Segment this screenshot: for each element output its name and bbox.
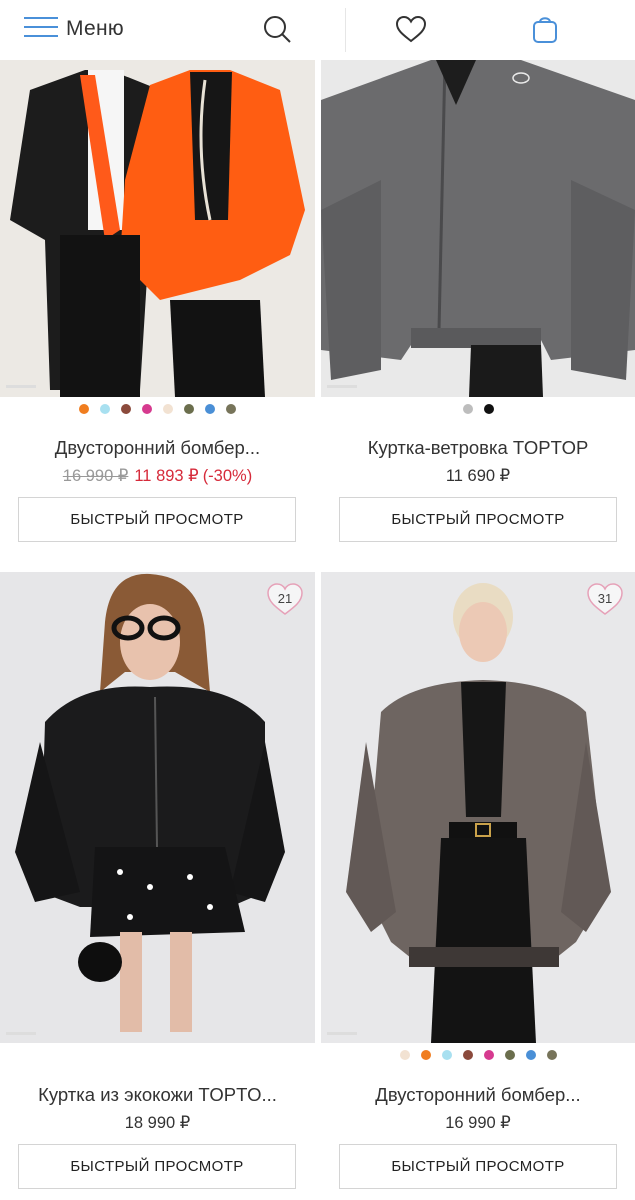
color-swatch[interactable] [441,1050,452,1060]
color-swatch[interactable] [121,404,131,414]
color-swatch[interactable] [546,1050,557,1060]
price-line: 11 690 ₽ [321,466,635,486]
quick-view-button[interactable]: БЫСТРЫЙ ПРОСМОТР [18,497,296,542]
product-title[interactable]: Куртка из экокожи TOPTO... [0,1084,315,1106]
color-swatch[interactable] [462,404,473,414]
color-swatches [321,404,635,414]
price-line: 16 990 ₽ 11 893 ₽ (-30%) [0,466,315,486]
product-card[interactable]: Куртка-ветровка TOPTOP 11 690 ₽ БЫСТРЫЙ … [321,0,635,560]
quick-view-button[interactable]: БЫСТРЫЙ ПРОСМОТР [339,1144,617,1189]
color-swatch[interactable] [462,1050,473,1060]
menu-button[interactable]: Меню [24,14,124,44]
discount-badge: (-30%) [202,467,253,485]
favorite-button[interactable]: 31 [585,582,625,616]
product-card[interactable]: Двусторонний бомбер... 16 990 ₽ 11 893 ₽(… [0,0,315,560]
color-swatch[interactable] [226,404,236,414]
favorite-button[interactable]: 21 [265,582,305,616]
color-swatch[interactable] [483,1050,494,1060]
color-swatch[interactable] [205,404,215,414]
sale-price: 11 893 ₽ [134,467,199,485]
heart-icon[interactable] [394,12,428,46]
product-photo[interactable] [0,572,315,1043]
color-swatches [321,1050,635,1060]
product-photo[interactable] [321,60,635,397]
product-title[interactable]: Двусторонний бомбер... [0,437,315,459]
top-bar: Меню [0,0,635,60]
color-swatch[interactable] [420,1050,431,1060]
menu-label: Меню [66,17,124,40]
product-photo[interactable] [321,572,635,1043]
price-line: 16 990 ₽ [321,1113,635,1133]
color-swatch[interactable] [100,404,110,414]
color-swatch[interactable] [399,1050,410,1060]
hamburger-icon [24,15,58,44]
color-swatch[interactable] [79,404,89,414]
color-swatch[interactable] [163,404,173,414]
price: 18 990 ₽ [124,1114,191,1132]
bag-icon[interactable] [528,12,562,46]
old-price: 16 990 ₽ [62,467,129,485]
product-card[interactable]: 21 Куртка из экокожи TOPTO... 18 990 ₽ Б… [0,572,315,1200]
price-line: 18 990 ₽ [0,1113,315,1133]
price: 11 690 ₽ [445,467,511,485]
quick-view-button[interactable]: БЫСТРЫЙ ПРОСМОТР [18,1144,296,1189]
color-swatches [0,404,315,414]
quick-view-button[interactable]: БЫСТРЫЙ ПРОСМОТР [339,497,617,542]
product-title[interactable]: Двусторонний бомбер... [321,1084,635,1106]
color-swatch[interactable] [184,404,194,414]
product-title[interactable]: Куртка-ветровка TOPTOP [321,437,635,459]
product-photo[interactable] [0,60,315,397]
favorites-count: 21 [277,591,293,606]
favorites-count: 31 [597,591,613,606]
color-swatch[interactable] [504,1050,515,1060]
color-swatch[interactable] [525,1050,536,1060]
color-swatch[interactable] [142,404,152,414]
color-swatch[interactable] [483,404,494,414]
product-card[interactable]: 31 Двусторонний бомбер... 16 990 ₽ БЫСТР… [321,572,635,1200]
price: 16 990 ₽ [445,1114,511,1132]
search-icon[interactable] [260,12,294,46]
header-divider [345,8,346,52]
